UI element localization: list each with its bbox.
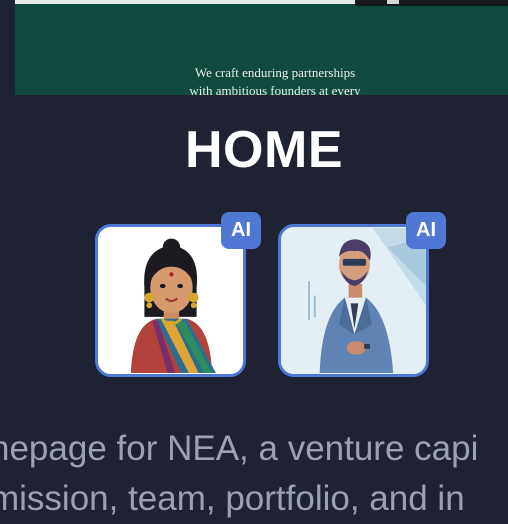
preview-nav-bar — [15, 0, 355, 4]
woman-in-saree-avatar — [98, 228, 243, 373]
preview-nav-button — [387, 0, 399, 4]
description-line1: nepage for NEA, a venture capi — [0, 429, 479, 468]
website-preview-thumbnail[interactable]: We craft enduring partnerships with ambi… — [15, 0, 508, 95]
man-in-suit-avatar — [281, 228, 426, 373]
description-line2: mission, team, portfolio, and in — [0, 479, 465, 518]
preview-tagline-line1: We craft enduring partnerships — [194, 65, 356, 80]
preview-nav-dark — [355, 0, 508, 6]
ai-badge: AI — [221, 212, 261, 249]
preview-tagline: We craft enduring partnerships with ambi… — [105, 64, 445, 95]
ai-badge: AI — [406, 212, 446, 249]
preview-tagline-line2: with ambitious founders at every — [189, 83, 361, 95]
page-title: HOME — [185, 121, 343, 179]
page-description: nepage for NEA, a venture capi mission, … — [0, 424, 508, 524]
avatar-card-man[interactable] — [278, 224, 429, 377]
